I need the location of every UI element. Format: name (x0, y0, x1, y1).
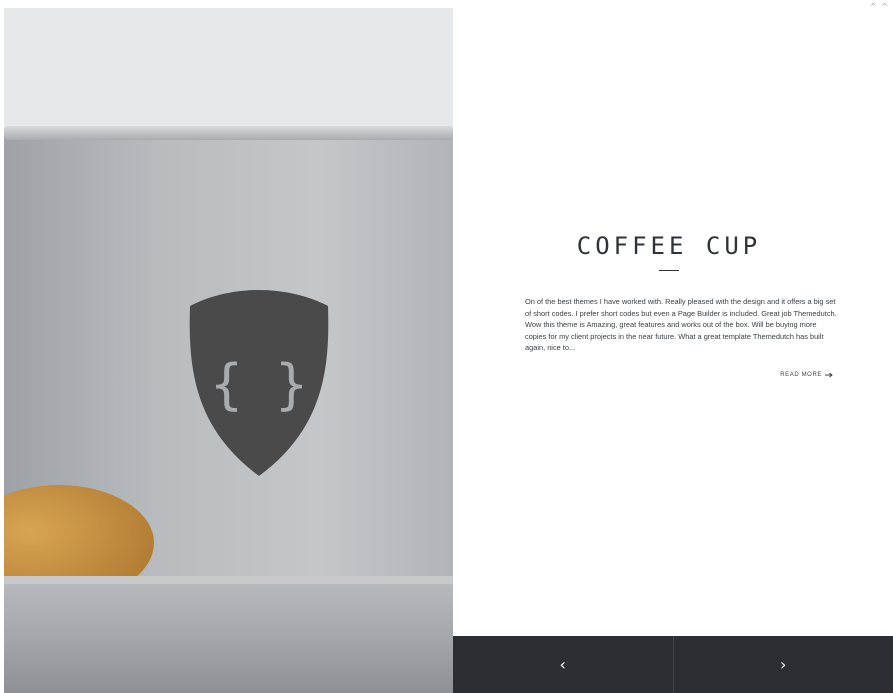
arrow-right-icon (825, 372, 833, 378)
logo-braces: { } (210, 353, 308, 416)
read-more-label: READ MORE (780, 372, 822, 378)
product-photo: { } (4, 8, 453, 693)
product-title: COFFEE CUP (576, 232, 762, 260)
chevron-left-icon: ‹ (559, 655, 566, 674)
page: { } ^ ^ COFFEE CUP On of the best themes… (0, 0, 893, 693)
chevron-right-icon: › (780, 655, 787, 674)
slider-nav: ‹ › (453, 636, 893, 693)
saucer (4, 576, 453, 693)
title-divider (659, 270, 679, 271)
coffee-cup-illustration: { } (4, 8, 453, 693)
prev-button[interactable]: ‹ (453, 636, 674, 693)
corner-caret-icon[interactable]: ^ ^ (870, 2, 889, 11)
read-more-link[interactable]: READ MORE (780, 372, 833, 378)
cup-rim (4, 126, 453, 140)
product-content: ^ ^ COFFEE CUP On of the best themes I h… (453, 0, 893, 636)
next-button[interactable]: › (674, 636, 893, 693)
product-description: On of the best themes I have worked with… (525, 297, 837, 353)
